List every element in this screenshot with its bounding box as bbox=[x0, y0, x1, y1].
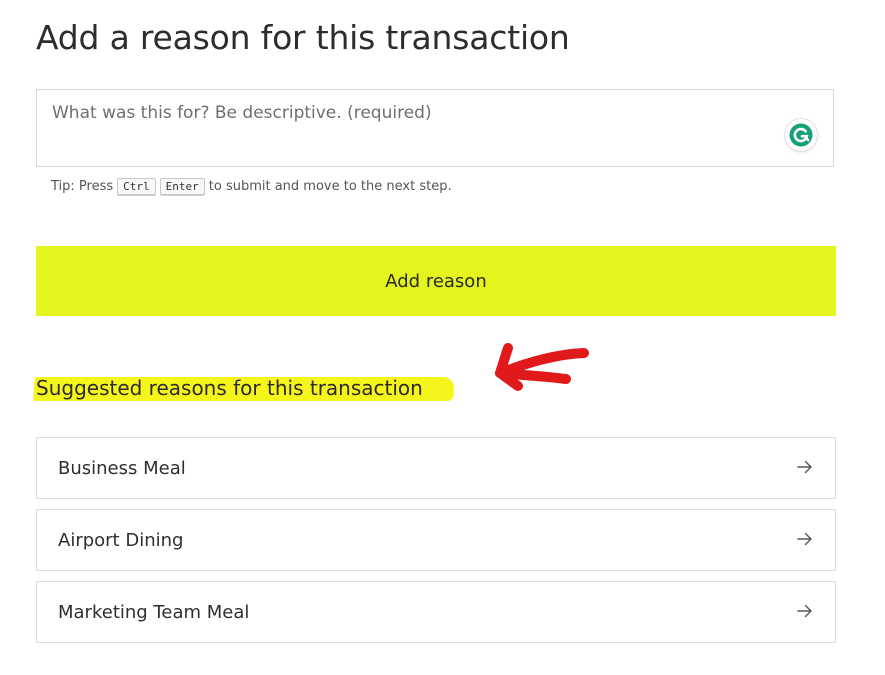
tip-suffix: to submit and move to the next step. bbox=[208, 179, 452, 194]
enter-key: Enter bbox=[159, 178, 205, 195]
reason-input[interactable] bbox=[37, 90, 833, 166]
suggested-reasons-header: Suggested reasons for this transaction bbox=[33, 376, 455, 401]
grammarly-icon[interactable] bbox=[785, 119, 817, 151]
suggestion-business-meal[interactable]: Business Meal bbox=[36, 437, 836, 499]
arrow-right-icon bbox=[797, 531, 813, 549]
ctrl-key: Ctrl bbox=[117, 178, 156, 195]
arrow-right-icon bbox=[797, 603, 813, 621]
suggestion-marketing-team-meal[interactable]: Marketing Team Meal bbox=[36, 581, 836, 643]
add-reason-button[interactable]: Add reason bbox=[36, 246, 836, 316]
arrow-right-icon bbox=[797, 459, 813, 477]
suggestion-label: Airport Dining bbox=[58, 529, 184, 551]
tip-prefix: Tip: Press bbox=[51, 179, 114, 194]
suggestion-airport-dining[interactable]: Airport Dining bbox=[36, 509, 836, 571]
red-arrow-annotation bbox=[495, 343, 589, 391]
page-title: Add a reason for this transaction bbox=[36, 18, 570, 57]
suggestion-label: Marketing Team Meal bbox=[58, 601, 250, 623]
keyboard-tip: Tip: Press Ctrl Enter to submit and move… bbox=[51, 178, 452, 195]
suggestion-label: Business Meal bbox=[58, 457, 186, 479]
suggested-reasons-heading: Suggested reasons for this transaction bbox=[36, 376, 423, 400]
reason-input-box[interactable] bbox=[36, 89, 834, 167]
